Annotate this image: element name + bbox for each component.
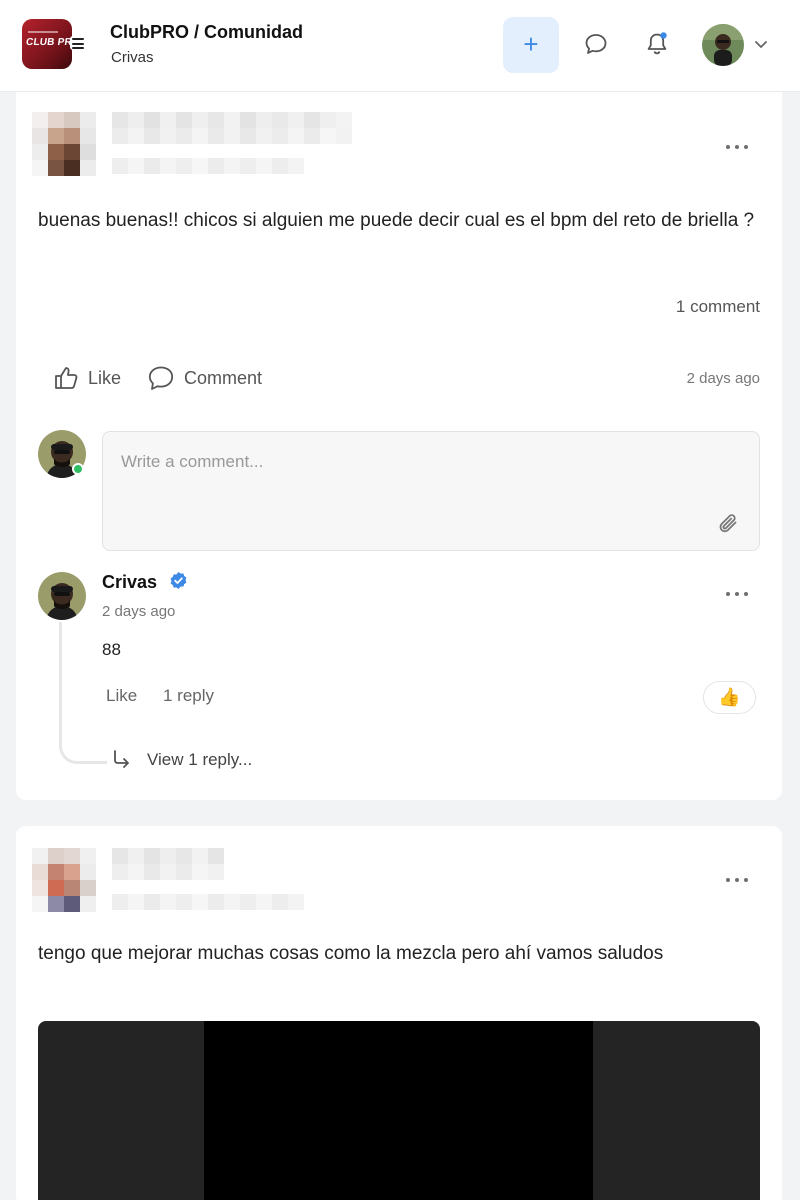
clubpro-logo[interactable]: CLUB PRO bbox=[22, 19, 72, 69]
post-options-button[interactable] bbox=[726, 878, 748, 884]
post-meta bbox=[112, 894, 304, 910]
create-post-button[interactable]: + bbox=[503, 17, 559, 73]
comment-timestamp: 2 days ago bbox=[102, 603, 176, 620]
comment-input[interactable]: Write a comment... bbox=[102, 431, 760, 551]
comment-like-button[interactable]: Like bbox=[106, 686, 137, 706]
comment-placeholder: Write a comment... bbox=[121, 452, 264, 471]
post-options-button[interactable] bbox=[726, 145, 748, 151]
verified-badge-icon bbox=[170, 571, 187, 590]
like-button[interactable]: Like bbox=[52, 364, 121, 392]
bell-icon[interactable] bbox=[643, 30, 671, 58]
thumbs-up-icon bbox=[55, 367, 78, 389]
user-avatar[interactable] bbox=[702, 24, 744, 66]
author-name[interactable] bbox=[112, 112, 352, 128]
author-avatar[interactable] bbox=[32, 848, 96, 912]
post-timestamp: 2 days ago bbox=[686, 370, 760, 387]
like-label: Like bbox=[88, 367, 122, 388]
post-body: tengo que mejorar muchas cosas como la m… bbox=[38, 943, 664, 964]
comment-label: Comment bbox=[184, 367, 263, 388]
community-subtitle: Crivas bbox=[111, 49, 154, 66]
online-status-indicator bbox=[72, 463, 84, 475]
post-body: buenas buenas!! chicos si alguien me pue… bbox=[38, 210, 755, 231]
comment-options-button[interactable] bbox=[726, 592, 748, 598]
comment-reply-count[interactable]: 1 reply bbox=[163, 686, 214, 706]
commenter-name[interactable]: Crivas bbox=[102, 572, 157, 593]
video-player[interactable] bbox=[38, 1021, 760, 1200]
post-card: tengo que mejorar muchas cosas como la m… bbox=[16, 826, 782, 1200]
chevron-down-icon[interactable] bbox=[753, 38, 769, 50]
author-name-pixels bbox=[112, 864, 224, 880]
post-card: buenas buenas!! chicos si alguien me pue… bbox=[16, 92, 782, 800]
chat-icon[interactable] bbox=[582, 30, 610, 58]
menu-icon[interactable] bbox=[70, 36, 86, 50]
comment-count[interactable]: 1 comment bbox=[676, 297, 760, 317]
author-name[interactable] bbox=[112, 848, 224, 864]
top-header: CLUB PRO ClubPRO / Comunidad Crivas + bbox=[0, 0, 800, 92]
view-replies-link[interactable]: View 1 reply... bbox=[147, 750, 252, 770]
commenter-avatar[interactable] bbox=[38, 572, 86, 620]
comment-bubble-icon bbox=[148, 366, 174, 390]
page-title: ClubPRO / Comunidad bbox=[110, 22, 303, 42]
thread-connector bbox=[59, 622, 107, 764]
thumbs-up-reaction[interactable]: 👍 bbox=[703, 681, 756, 714]
author-name-pixels bbox=[112, 128, 352, 144]
reply-arrow-icon bbox=[114, 750, 129, 768]
video-content bbox=[204, 1021, 593, 1200]
author-avatar[interactable] bbox=[32, 112, 96, 176]
comment-button[interactable]: Comment bbox=[146, 364, 262, 392]
paperclip-icon[interactable] bbox=[715, 510, 743, 538]
post-meta bbox=[112, 158, 304, 174]
logo-text: CLUB PRO bbox=[25, 37, 72, 48]
